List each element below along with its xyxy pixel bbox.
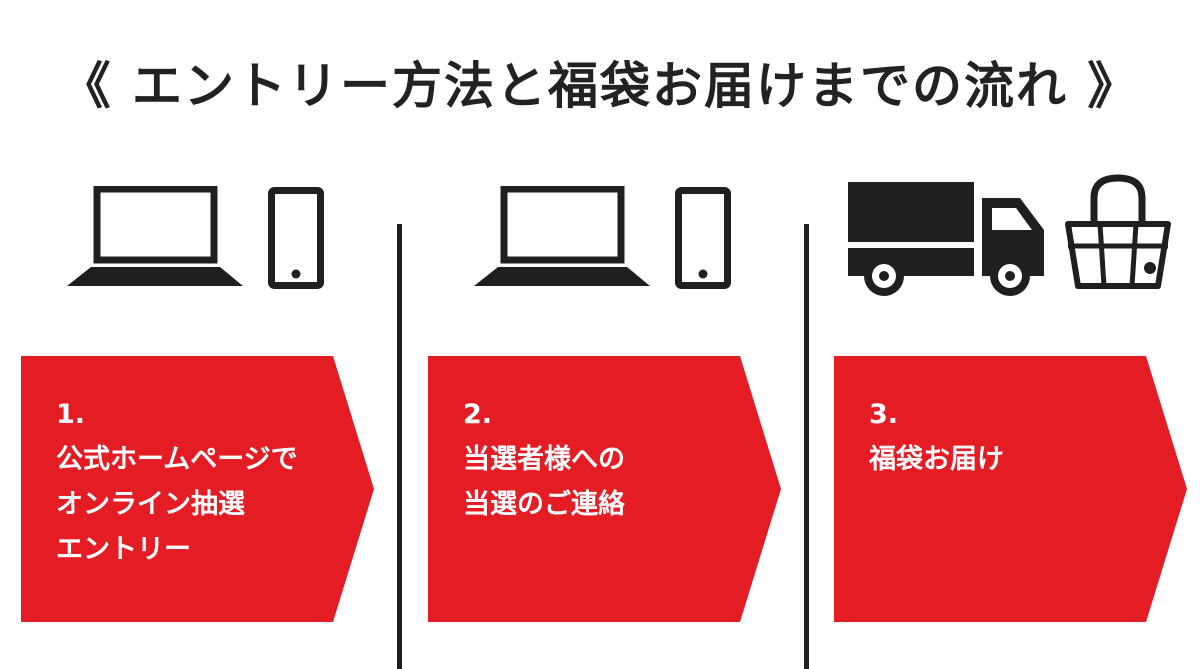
step-text-line: エントリー (56, 534, 191, 565)
laptop-icon (474, 186, 650, 286)
truck-icon (848, 182, 1044, 296)
step-number: 3. (869, 399, 899, 430)
step-number: 2. (463, 399, 493, 430)
step-3-card: 3. 福袋お届け (834, 356, 1189, 622)
step-divider (804, 224, 809, 669)
step-text-line: 当選のご連絡 (463, 489, 625, 520)
laptop-icon (67, 186, 243, 286)
step-text-line: 福袋お届け (869, 444, 1004, 475)
step-divider (397, 224, 402, 669)
step-2-card: 2. 当選者様への 当選のご連絡 (428, 356, 783, 622)
step-text-line: 当選者様への (463, 444, 625, 475)
page-title: 《 エントリー方法と福袋お届けまでの流れ 》 (60, 57, 1140, 115)
smartphone-icon (268, 187, 324, 289)
bag-icon (1065, 174, 1171, 289)
step-1-card: 1. 公式ホームページで オンライン抽選 エントリー (21, 356, 376, 622)
step-number: 1. (56, 399, 86, 430)
smartphone-icon (675, 187, 731, 289)
step-text-line: オンライン抽選 (56, 489, 245, 520)
step-text-line: 公式ホームページで (56, 444, 298, 475)
